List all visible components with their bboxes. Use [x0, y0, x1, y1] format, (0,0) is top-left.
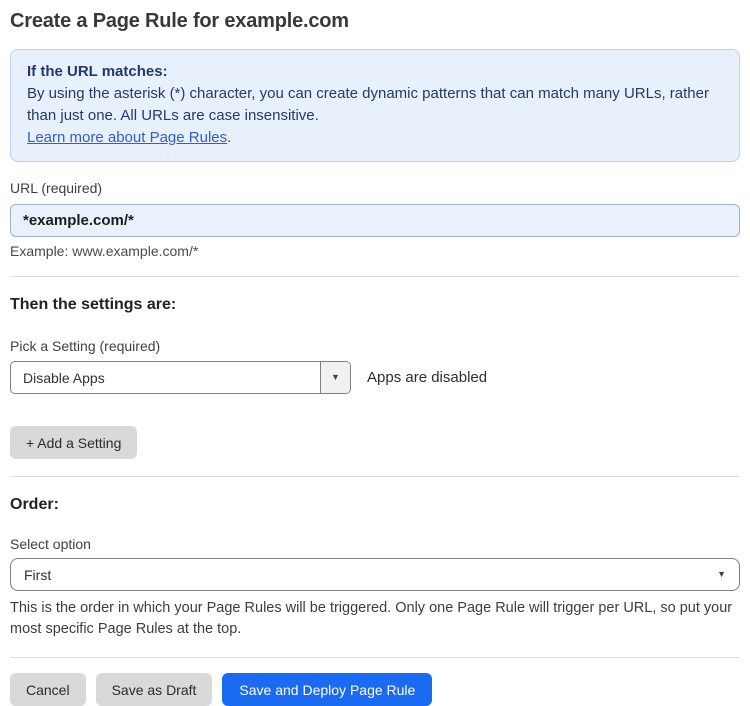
url-field-label: URL (required)	[10, 180, 103, 196]
divider	[10, 476, 740, 477]
action-button-row: Cancel Save as Draft Save and Deploy Pag…	[10, 673, 740, 706]
url-input[interactable]	[10, 204, 740, 237]
save-as-draft-button[interactable]: Save as Draft	[95, 673, 213, 706]
save-and-deploy-button[interactable]: Save and Deploy Page Rule	[222, 673, 433, 706]
add-setting-button[interactable]: + Add a Setting	[10, 426, 138, 459]
setting-row: Disable Apps ▼ Apps are disabled	[10, 361, 740, 394]
url-example-helper: Example: www.example.com/*	[10, 243, 199, 259]
order-select[interactable]: First ▼	[10, 558, 740, 591]
order-select-value: First	[24, 566, 52, 583]
cancel-button[interactable]: Cancel	[10, 673, 86, 706]
url-match-info-box: If the URL matches: By using the asteris…	[10, 49, 740, 162]
info-box-body: By using the asterisk (*) character, you…	[27, 85, 709, 124]
setting-dropdown-value: Disable Apps	[23, 369, 105, 386]
divider	[10, 657, 740, 658]
setting-dropdown[interactable]: Disable Apps ▼	[10, 361, 351, 394]
order-select-label: Select option	[10, 536, 91, 552]
chevron-down-icon: ▼	[331, 372, 340, 382]
setting-status-text: Apps are disabled	[367, 369, 488, 386]
order-section-heading: Order:	[10, 496, 59, 513]
divider	[10, 276, 740, 277]
chevron-down-icon: ▼	[717, 569, 726, 579]
page-title: Create a Page Rule for example.com	[10, 10, 349, 32]
setting-dropdown-arrow-button[interactable]: ▼	[320, 362, 350, 393]
info-box-link-line: Learn more about Page Rules.	[27, 127, 723, 149]
pick-setting-label: Pick a Setting (required)	[10, 338, 161, 354]
link-period: .	[227, 129, 232, 146]
settings-section-heading: Then the settings are:	[10, 296, 177, 313]
learn-more-page-rules-link[interactable]: Learn more about Page Rules	[27, 129, 227, 146]
info-box-heading: If the URL matches:	[27, 63, 168, 80]
order-helper-text: This is the order in which your Page Rul…	[10, 600, 733, 637]
create-page-rule-panel: Create a Page Rule for example.com If th…	[0, 0, 750, 706]
